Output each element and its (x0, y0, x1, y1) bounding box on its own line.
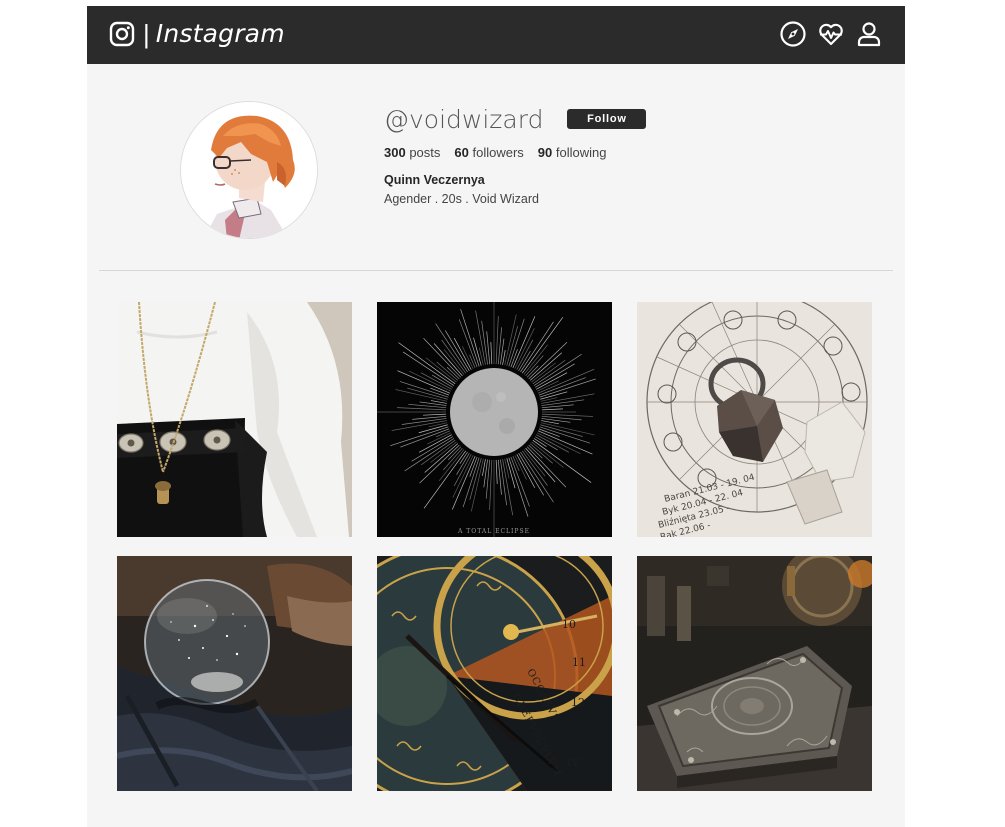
nav-icons (779, 20, 883, 48)
follow-button[interactable]: Follow (567, 109, 647, 129)
posts-stat[interactable]: 300 posts (384, 145, 440, 160)
top-navbar: | Instagram (87, 6, 905, 64)
clock-numeral: 11 (572, 656, 586, 669)
clock-numeral: IV (567, 756, 580, 769)
following-label: following (555, 145, 607, 160)
post-tile-5[interactable]: 10 11 12 III IV OCCASVS CREPVSCVLVM (377, 556, 612, 791)
following-count: 90 (537, 145, 553, 160)
post-tile-3[interactable]: Baran 21.03 - 19. 04 Byk 20.04 - 22. 04 … (637, 302, 872, 537)
profile-stats: 300 posts 60 followers 90 following (384, 145, 864, 160)
compass-icon[interactable] (779, 20, 807, 48)
post-tile-2[interactable]: A TOTAL ECLIPSE (377, 302, 612, 537)
profile-full-name: Quinn Veczernya (384, 173, 485, 187)
following-stat[interactable]: 90 following (538, 145, 607, 160)
section-divider (99, 270, 893, 271)
clock-numeral: 10 (562, 618, 576, 631)
posts-label: posts (409, 145, 441, 160)
profile-bio: Agender . 20s . Void Wizard (384, 192, 539, 206)
eclipse-caption: A TOTAL ECLIPSE (457, 528, 530, 535)
handle-row: @voidwizard Follow (384, 103, 864, 135)
instagram-camera-icon[interactable] (109, 21, 135, 47)
page: | Instagram @voidwizard Follow 300 posts… (87, 6, 905, 827)
post-tile-6[interactable] (637, 556, 872, 791)
heart-pulse-icon[interactable] (817, 20, 845, 48)
profile-avatar[interactable] (180, 101, 318, 239)
followers-count: 60 (454, 145, 469, 160)
clock-numeral: 12 (571, 696, 585, 709)
followers-stat[interactable]: 60 followers (454, 145, 523, 160)
followers-label: followers (472, 145, 524, 160)
profile-handle: @voidwizard (384, 104, 544, 134)
brand[interactable]: | Instagram (109, 20, 285, 48)
post-tile-1[interactable] (117, 302, 352, 537)
user-icon[interactable] (855, 20, 883, 48)
post-tile-4[interactable] (117, 556, 352, 791)
posts-count: 300 (384, 145, 406, 160)
clock-numeral: III (547, 566, 560, 579)
brand-separator: | (143, 19, 150, 49)
brand-name[interactable]: Instagram (156, 20, 285, 48)
profile-info: @voidwizard Follow 300 posts 60 follower… (384, 103, 864, 206)
